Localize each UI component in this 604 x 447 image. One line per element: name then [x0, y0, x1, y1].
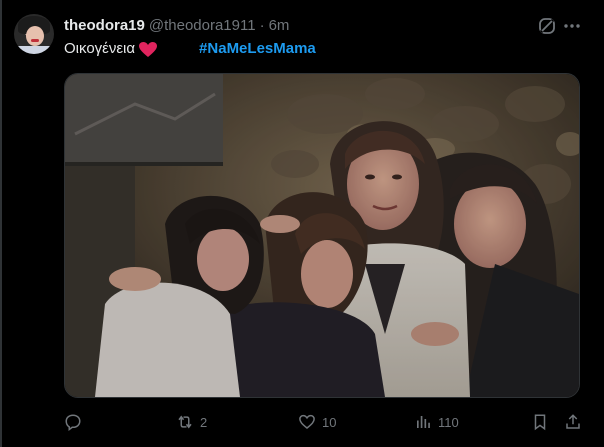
reply-icon — [65, 414, 81, 431]
user-handle[interactable]: @theodora1911 — [149, 17, 256, 34]
red-heart-emoji-icon — [139, 41, 158, 57]
bookmark-button[interactable] — [531, 410, 549, 434]
timeline-divider — [0, 0, 2, 447]
like-button[interactable]: 10 — [298, 410, 336, 434]
tweet-actions: 2 10 110 — [64, 410, 584, 434]
bookmark-icon — [534, 414, 546, 431]
heart-icon — [299, 414, 315, 429]
repost-icon — [178, 415, 192, 429]
share-icon — [566, 414, 580, 429]
tweet-text: Οικογένεια #NaMeLesMama — [64, 40, 316, 57]
share-button[interactable] — [564, 410, 582, 434]
reply-button[interactable] — [64, 410, 88, 434]
grok-icon[interactable] — [537, 16, 557, 36]
like-count: 10 — [322, 414, 337, 430]
hashtag-link[interactable]: #NaMeLesMama — [199, 40, 316, 57]
display-name[interactable]: theodora19 — [64, 17, 145, 34]
views-button[interactable]: 110 — [414, 410, 459, 434]
more-icon[interactable] — [562, 16, 582, 36]
timestamp[interactable]: 6m — [269, 17, 290, 34]
views-icon — [417, 416, 430, 428]
separator-dot: · — [259, 16, 265, 34]
repost-count: 2 — [200, 414, 208, 430]
tweet-header: theodora19 @theodora1911 · 6m — [64, 14, 289, 36]
family-hug-photo — [65, 74, 579, 397]
tweet-text-body: Οικογένεια — [64, 40, 136, 57]
tweet[interactable]: theodora19 @theodora1911 · 6m Οικογένεια… — [0, 0, 604, 447]
avatar[interactable] — [14, 14, 54, 54]
tweet-photo[interactable] — [64, 73, 580, 398]
views-count: 110 — [438, 414, 459, 430]
repost-button[interactable]: 2 — [176, 410, 207, 434]
